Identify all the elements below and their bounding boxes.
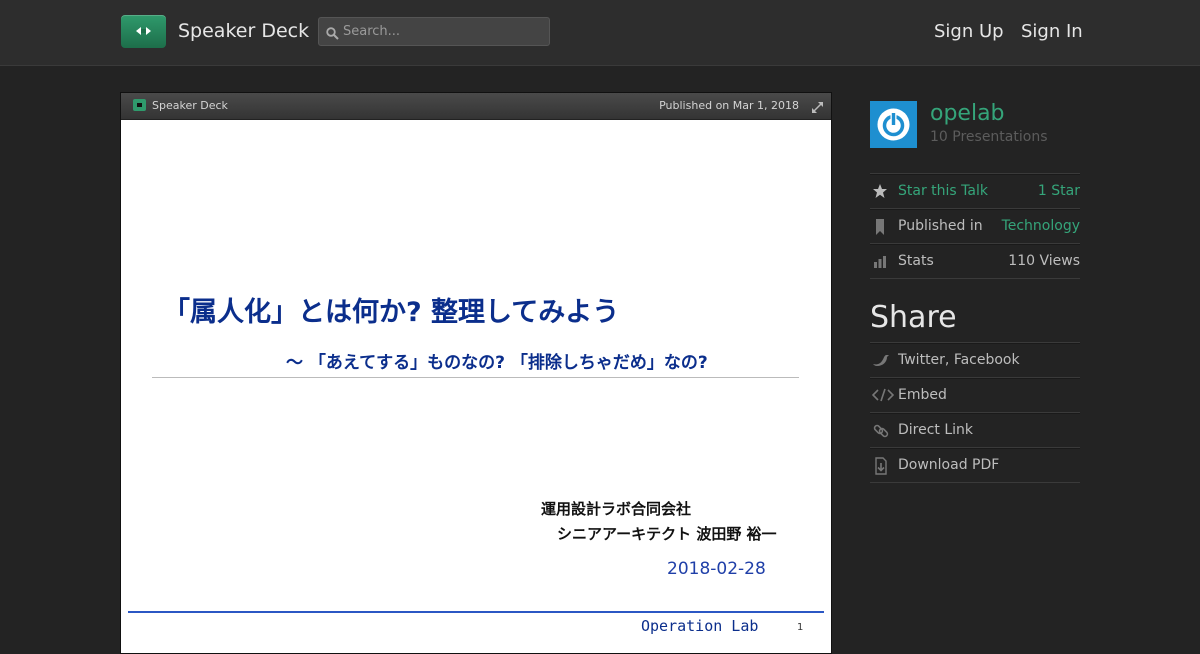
- share-twitter-facebook[interactable]: Twitter, Facebook: [870, 342, 1080, 377]
- avatar[interactable]: [870, 101, 917, 148]
- sign-up-link[interactable]: Sign Up: [934, 21, 1004, 42]
- speakerdeck-logo-icon[interactable]: [121, 15, 166, 48]
- share-direct-link-label[interactable]: Direct Link: [898, 422, 973, 438]
- slide-toolbar: Speaker Deck Published on Mar 1, 2018: [121, 93, 831, 120]
- download-icon: [872, 457, 888, 479]
- bookmark-icon: [872, 218, 888, 240]
- share-list: Twitter, Facebook Embed Direct Link Down…: [870, 342, 1080, 483]
- speakerdeck-mini-logo-icon: [133, 99, 146, 111]
- share-direct-link[interactable]: Direct Link: [870, 412, 1080, 447]
- search-icon: [326, 25, 339, 44]
- slide-organization: 運用設計ラボ合同会社: [541, 500, 692, 518]
- expand-icon[interactable]: [811, 99, 824, 118]
- published-in-label: Published in: [898, 218, 983, 234]
- published-in-row: Published in Technology: [870, 208, 1080, 243]
- toolbar-brand[interactable]: Speaker Deck: [152, 99, 228, 112]
- slide-page-number: 1: [797, 622, 804, 633]
- share-download-pdf[interactable]: Download PDF: [870, 447, 1080, 482]
- search-input[interactable]: [343, 18, 543, 45]
- star-talk-label[interactable]: Star this Talk: [898, 183, 988, 199]
- user-name-link[interactable]: opelab: [930, 101, 1005, 126]
- slide-divider: [152, 377, 799, 378]
- search-box[interactable]: [318, 17, 550, 46]
- slide-date: 2018-02-28: [667, 559, 766, 579]
- slide-footer-divider: [128, 611, 824, 613]
- share-embed-label[interactable]: Embed: [898, 387, 947, 403]
- list-end-divider: [870, 278, 1080, 279]
- share-list-end-divider: [870, 482, 1080, 483]
- top-navigation-bar: Speaker Deck Sign Up Sign In: [0, 0, 1200, 66]
- talk-meta-list: Star this Talk 1 Star Published in Techn…: [870, 173, 1080, 279]
- slide-presenter: シニアアーキテクト 波田野 裕一: [557, 525, 777, 543]
- presentation-count: 10 Presentations: [930, 129, 1048, 145]
- link-icon: [872, 422, 890, 444]
- slide-subtitle: 〜 「あえてする」ものなの? 「排除しちゃだめ」なの?: [286, 353, 708, 373]
- share-heading: Share: [870, 300, 957, 335]
- brand-name[interactable]: Speaker Deck: [178, 20, 309, 42]
- slide-footer-text: Operation Lab: [641, 617, 759, 635]
- bar-chart-icon: [872, 253, 888, 273]
- stats-label: Stats: [898, 253, 934, 269]
- slide-viewer: Speaker Deck Published on Mar 1, 2018 「属…: [120, 92, 832, 654]
- code-icon: [871, 387, 895, 407]
- share-download-label[interactable]: Download PDF: [898, 457, 999, 473]
- star-row[interactable]: Star this Talk 1 Star: [870, 173, 1080, 208]
- published-date: Published on Mar 1, 2018: [659, 99, 799, 112]
- power-icon: [877, 108, 910, 141]
- share-embed[interactable]: Embed: [870, 377, 1080, 412]
- star-count[interactable]: 1 Star: [1038, 183, 1080, 199]
- category-link[interactable]: Technology: [1002, 218, 1080, 234]
- slide-title: 「属人化」とは何か? 整理してみよう: [163, 297, 620, 328]
- share-twitter-label[interactable]: Twitter, Facebook: [898, 352, 1020, 368]
- slide-content[interactable]: 「属人化」とは何か? 整理してみよう 〜 「あえてする」ものなの? 「排除しちゃ…: [121, 120, 831, 653]
- star-icon: [872, 183, 888, 203]
- twitter-bird-icon: [872, 352, 890, 372]
- sign-in-link[interactable]: Sign In: [1021, 21, 1083, 42]
- view-count: 110 Views: [1008, 253, 1080, 269]
- stats-row: Stats 110 Views: [870, 243, 1080, 278]
